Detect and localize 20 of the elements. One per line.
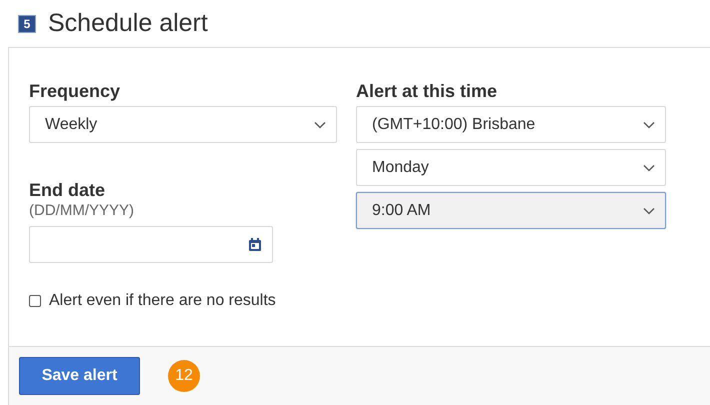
checkbox[interactable] [29,295,41,307]
chevron-down-icon [643,120,655,128]
field-label: Alert at this time [356,80,498,100]
chevron-down-icon [643,206,655,214]
checkbox-label: Alert even if there are no results [49,291,276,311]
chevron-down-icon [643,164,655,172]
calendar-icon[interactable] [248,238,262,252]
date-field[interactable] [29,226,273,263]
field-label: End date [29,179,106,201]
dropdown[interactable]: Monday [356,149,666,186]
section-number: 5 [18,14,36,32]
step-badge: 12 [168,360,200,392]
chevron-down-icon [314,120,326,128]
save-button[interactable]: Save alert [19,357,140,395]
dropdown[interactable]: 9:00 AM [356,192,666,229]
dropdown[interactable]: (GMT+10:00) Brisbane [356,106,666,143]
date-format-hint: (DD/MM/YYYY) [29,201,135,221]
section-title: Schedule alert [48,11,208,36]
dropdown[interactable]: Weekly [29,106,337,143]
field-label: Frequency [29,80,122,103]
